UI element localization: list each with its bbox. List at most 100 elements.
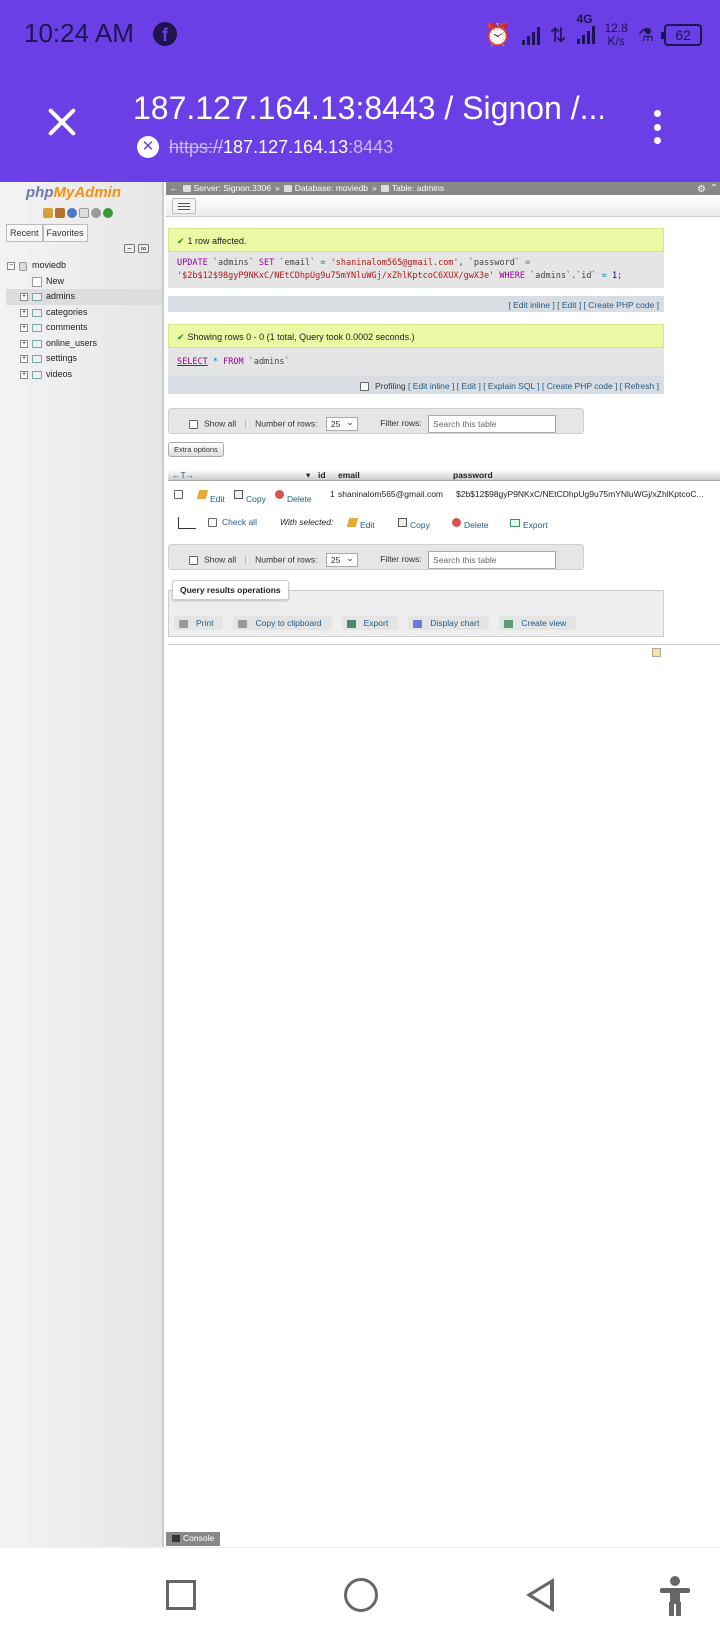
row-edit-button[interactable]: Edit	[196, 489, 225, 504]
row-delete-button[interactable]: Delete	[275, 489, 312, 504]
table-icon	[32, 308, 42, 317]
tree-database-moviedb[interactable]: − moviedb	[6, 258, 162, 274]
link-edit-inline[interactable]: [ Edit inline ]	[508, 300, 554, 310]
accessibility-icon[interactable]	[660, 1576, 690, 1616]
home-icon[interactable]	[43, 208, 53, 218]
selected-edit-button[interactable]: Edit	[346, 517, 375, 530]
show-all-checkbox[interactable]	[189, 419, 198, 429]
more-options-icon[interactable]	[650, 110, 664, 144]
tree-table-categories[interactable]: + categories	[6, 305, 162, 321]
url-bar[interactable]: ✕ https://187.127.164.13:8443	[137, 136, 393, 158]
database-icon	[19, 262, 27, 271]
breadcrumb-table[interactable]: Table: admins	[380, 182, 444, 195]
show-all-checkbox[interactable]	[189, 555, 198, 565]
expand-icon: +	[20, 339, 28, 348]
table-icon	[380, 185, 389, 192]
android-nav-bar	[0, 1547, 720, 1640]
tree-table-videos[interactable]: + videos	[6, 367, 162, 383]
cell-id[interactable]: 1	[330, 489, 335, 499]
selected-export-button[interactable]: Export	[510, 517, 548, 530]
create-view-button[interactable]: Create view	[499, 616, 577, 630]
breadcrumb-server[interactable]: Server: Signon:3306	[182, 182, 271, 195]
success-check-icon: ✔	[177, 236, 185, 246]
facebook-icon: f	[153, 22, 177, 46]
url-host: 187.127.164.13	[223, 136, 349, 157]
column-header-password[interactable]: password	[453, 470, 493, 480]
show-all-label: Show all	[204, 554, 237, 565]
profiling-checkbox[interactable]	[359, 382, 369, 392]
column-header-id[interactable]: id	[318, 470, 326, 480]
extra-options-button[interactable]: Extra options	[168, 442, 224, 457]
filter-rows-input[interactable]: Search this table	[428, 415, 557, 433]
breadcrumb-separator: »	[275, 183, 280, 193]
phpmyadmin-viewport: phpMyAdmin Recent Favorites − ∞ − moviedb…	[0, 182, 720, 1547]
table-icon	[32, 339, 42, 348]
breadcrumb-database[interactable]: Database: moviedb	[283, 182, 368, 195]
console-toggle[interactable]: Console	[166, 1532, 221, 1546]
signal-4g-icon	[576, 24, 595, 44]
link-create-php-code[interactable]: [ Create PHP code ]	[584, 300, 659, 310]
filter-rows-input[interactable]: Search this table	[428, 551, 557, 569]
table-icon	[32, 355, 42, 363]
settings-icon[interactable]	[91, 208, 101, 218]
row-checkbox[interactable]	[174, 490, 183, 499]
table-icon	[32, 324, 42, 332]
hamburger-menu-icon[interactable]	[172, 198, 196, 214]
console-icon	[172, 1535, 180, 1543]
link-edit-inline[interactable]: [ Edit inline ]	[408, 381, 454, 391]
cell-email[interactable]: shaninalom565@gmail.com	[338, 489, 443, 499]
cell-password[interactable]: $2b$12$98gyP9NKxC/NEtCDhpUg9u75mYNluWGj/…	[456, 489, 704, 499]
tree-table-admins[interactable]: + admins	[6, 289, 162, 305]
tree-table-comments[interactable]: + comments	[6, 320, 162, 336]
column-header-email[interactable]: email	[338, 470, 360, 480]
row-copy-button[interactable]: Copy	[234, 489, 266, 504]
tree-table-settings[interactable]: + settings	[6, 351, 162, 367]
selected-copy-button[interactable]: Copy	[398, 517, 430, 530]
copy-to-clipboard-button[interactable]: Copy to clipboard	[233, 616, 332, 630]
update-query-links: [ Edit inline ] [ Edit ] [ Create PHP co…	[168, 296, 664, 312]
check-all-label[interactable]: Check all	[222, 517, 257, 527]
recents-icon[interactable]	[166, 1580, 196, 1610]
tree-new-table[interactable]: New	[6, 274, 162, 290]
link-explain-sql[interactable]: [ Explain SQL ]	[483, 381, 539, 391]
note-icon[interactable]	[652, 648, 661, 657]
link-edit[interactable]: [ Edit ]	[457, 381, 481, 391]
tree-table-online-users[interactable]: + online_users	[6, 336, 162, 352]
server-icon	[182, 185, 191, 192]
back-icon[interactable]	[526, 1578, 554, 1612]
sort-dropdown-icon[interactable]: ▾	[306, 470, 310, 481]
docs-icon[interactable]	[67, 208, 77, 218]
number-of-rows-select[interactable]: 25	[325, 416, 358, 431]
minimize-icon[interactable]: ⌃	[710, 182, 718, 195]
breadcrumb-back[interactable]: ←	[170, 182, 179, 195]
link-icon[interactable]: ∞	[138, 244, 149, 253]
tab-recent[interactable]: Recent	[6, 224, 43, 242]
flask-icon: ⚗	[637, 24, 654, 45]
sort-arrows[interactable]: ←T→	[172, 470, 194, 480]
home-icon[interactable]	[344, 1578, 378, 1612]
logout-icon[interactable]	[55, 208, 65, 218]
query-results-operations-title: Query results operations	[172, 580, 289, 600]
collapse-all-icon[interactable]: −	[124, 244, 135, 253]
not-secure-icon[interactable]: ✕	[137, 136, 159, 158]
link-refresh[interactable]: [ Refresh ]	[620, 381, 659, 391]
breadcrumb: ← Server: Signon:3306 » Database: movied…	[166, 182, 720, 195]
data-transfer-icon: ⇅	[549, 24, 567, 47]
print-button[interactable]: Print	[174, 616, 224, 630]
link-create-php-code[interactable]: [ Create PHP code ]	[542, 381, 617, 391]
number-of-rows-select[interactable]: 25	[325, 552, 358, 567]
clipboard-icon	[238, 619, 248, 628]
tab-favorites[interactable]: Favorites	[42, 224, 88, 242]
display-chart-button[interactable]: Display chart	[408, 616, 490, 630]
phpmyadmin-logo[interactable]: phpMyAdmin	[26, 184, 121, 201]
signal-icon	[521, 25, 540, 45]
database-tree: − moviedb New + admins + categories + commen…	[6, 258, 162, 382]
close-icon[interactable]	[44, 104, 80, 140]
print-icon	[179, 619, 188, 628]
help-icon[interactable]	[79, 208, 89, 218]
selected-delete-button[interactable]: Delete	[452, 517, 489, 530]
link-edit[interactable]: [ Edit ]	[557, 300, 581, 310]
export-button[interactable]: Export	[341, 616, 399, 630]
reload-icon[interactable]	[103, 208, 113, 218]
check-all-checkbox[interactable]	[208, 518, 217, 527]
